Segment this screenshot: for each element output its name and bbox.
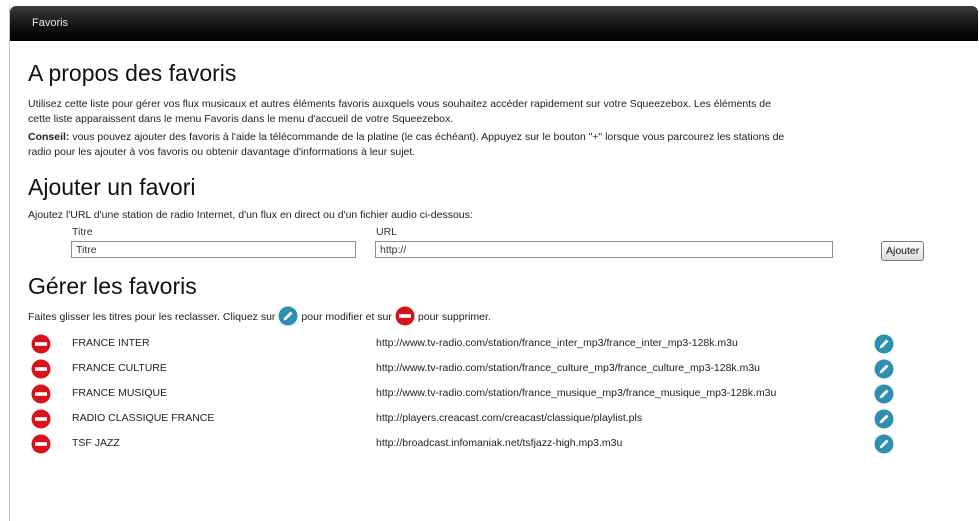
edit-icon: [278, 306, 298, 329]
tip-paragraph: Conseil: vous pouvez ajouter des favoris…: [28, 130, 978, 160]
delete-icon[interactable]: [31, 434, 51, 457]
delete-icon[interactable]: [31, 384, 51, 407]
favorite-title[interactable]: TSF JAZZ: [72, 437, 120, 449]
favorite-url: http://www.tv-radio.com/station/france_m…: [376, 387, 777, 399]
url-input[interactable]: [375, 241, 833, 258]
title-field-label: Titre: [72, 226, 93, 238]
favorite-url: http://www.tv-radio.com/station/france_c…: [376, 362, 761, 374]
tip-label: Conseil:: [28, 131, 70, 143]
about-paragraph-line1: Utilisez cette liste pour gérer vos flux…: [28, 98, 771, 110]
edit-icon[interactable]: [874, 409, 894, 432]
about-paragraph: Utilisez cette liste pour gérer vos flux…: [28, 97, 978, 127]
add-form-row: Ajouter: [28, 241, 978, 265]
hint-text-before: Faites glisser les titres pour les recla…: [28, 311, 276, 323]
tip-text-line2: radio pour les ajouter à vos favoris ou …: [28, 146, 416, 158]
hint-text-after: pour supprimer.: [417, 311, 491, 323]
favorite-title[interactable]: FRANCE CULTURE: [72, 362, 167, 374]
edit-icon[interactable]: [874, 359, 894, 382]
delete-icon: [395, 306, 415, 329]
page-content: A propos des favoris Utilisez cette list…: [10, 60, 978, 457]
favorite-row[interactable]: RADIO CLASSIQUE FRANCE http://players.cr…: [28, 407, 978, 432]
favorite-url: http://broadcast.infomaniak.net/tsfjazz-…: [376, 437, 623, 449]
favorite-title[interactable]: FRANCE INTER: [72, 337, 150, 349]
add-favorite-button[interactable]: Ajouter: [881, 241, 925, 261]
manage-hint: Faites glisser les titres pour les recla…: [28, 306, 978, 328]
delete-icon[interactable]: [31, 359, 51, 382]
title-input[interactable]: [71, 241, 356, 258]
favorite-row[interactable]: FRANCE CULTURE http://www.tv-radio.com/s…: [28, 357, 978, 382]
add-form-labels: Titre URL: [28, 226, 978, 240]
add-instructions: Ajoutez l'URL d'une station de radio Int…: [28, 209, 473, 221]
favorite-title[interactable]: RADIO CLASSIQUE FRANCE: [72, 412, 214, 424]
about-heading: A propos des favoris: [28, 60, 237, 86]
edit-icon[interactable]: [874, 434, 894, 457]
tip-text-line1: vous pouvez ajouter des favoris à l'aide…: [69, 131, 785, 143]
favorite-row[interactable]: FRANCE INTER http://www.tv-radio.com/sta…: [28, 332, 978, 357]
favorites-window: Favoris A propos des favoris Utilisez ce…: [9, 6, 978, 521]
favorite-row[interactable]: FRANCE MUSIQUE http://www.tv-radio.com/s…: [28, 382, 978, 407]
favorite-row[interactable]: TSF JAZZ http://broadcast.infomaniak.net…: [28, 432, 978, 457]
favorite-url: http://www.tv-radio.com/station/france_i…: [376, 337, 738, 349]
about-paragraph-line2: cette liste apparaissent dans le menu Fa…: [28, 113, 454, 125]
window-title: Favoris: [32, 17, 69, 29]
url-field-label: URL: [376, 226, 398, 238]
favorite-title[interactable]: FRANCE MUSIQUE: [72, 387, 167, 399]
window-titlebar: Favoris: [10, 6, 978, 41]
favorite-url: http://players.creacast.com/creacast/cla…: [376, 412, 643, 424]
edit-icon[interactable]: [874, 334, 894, 357]
delete-icon[interactable]: [31, 334, 51, 357]
hint-text-middle: pour modifier et sur: [301, 311, 392, 323]
add-heading: Ajouter un favori: [28, 174, 196, 200]
delete-icon[interactable]: [31, 409, 51, 432]
edit-icon[interactable]: [874, 384, 894, 407]
manage-heading: Gérer les favoris: [28, 273, 197, 299]
